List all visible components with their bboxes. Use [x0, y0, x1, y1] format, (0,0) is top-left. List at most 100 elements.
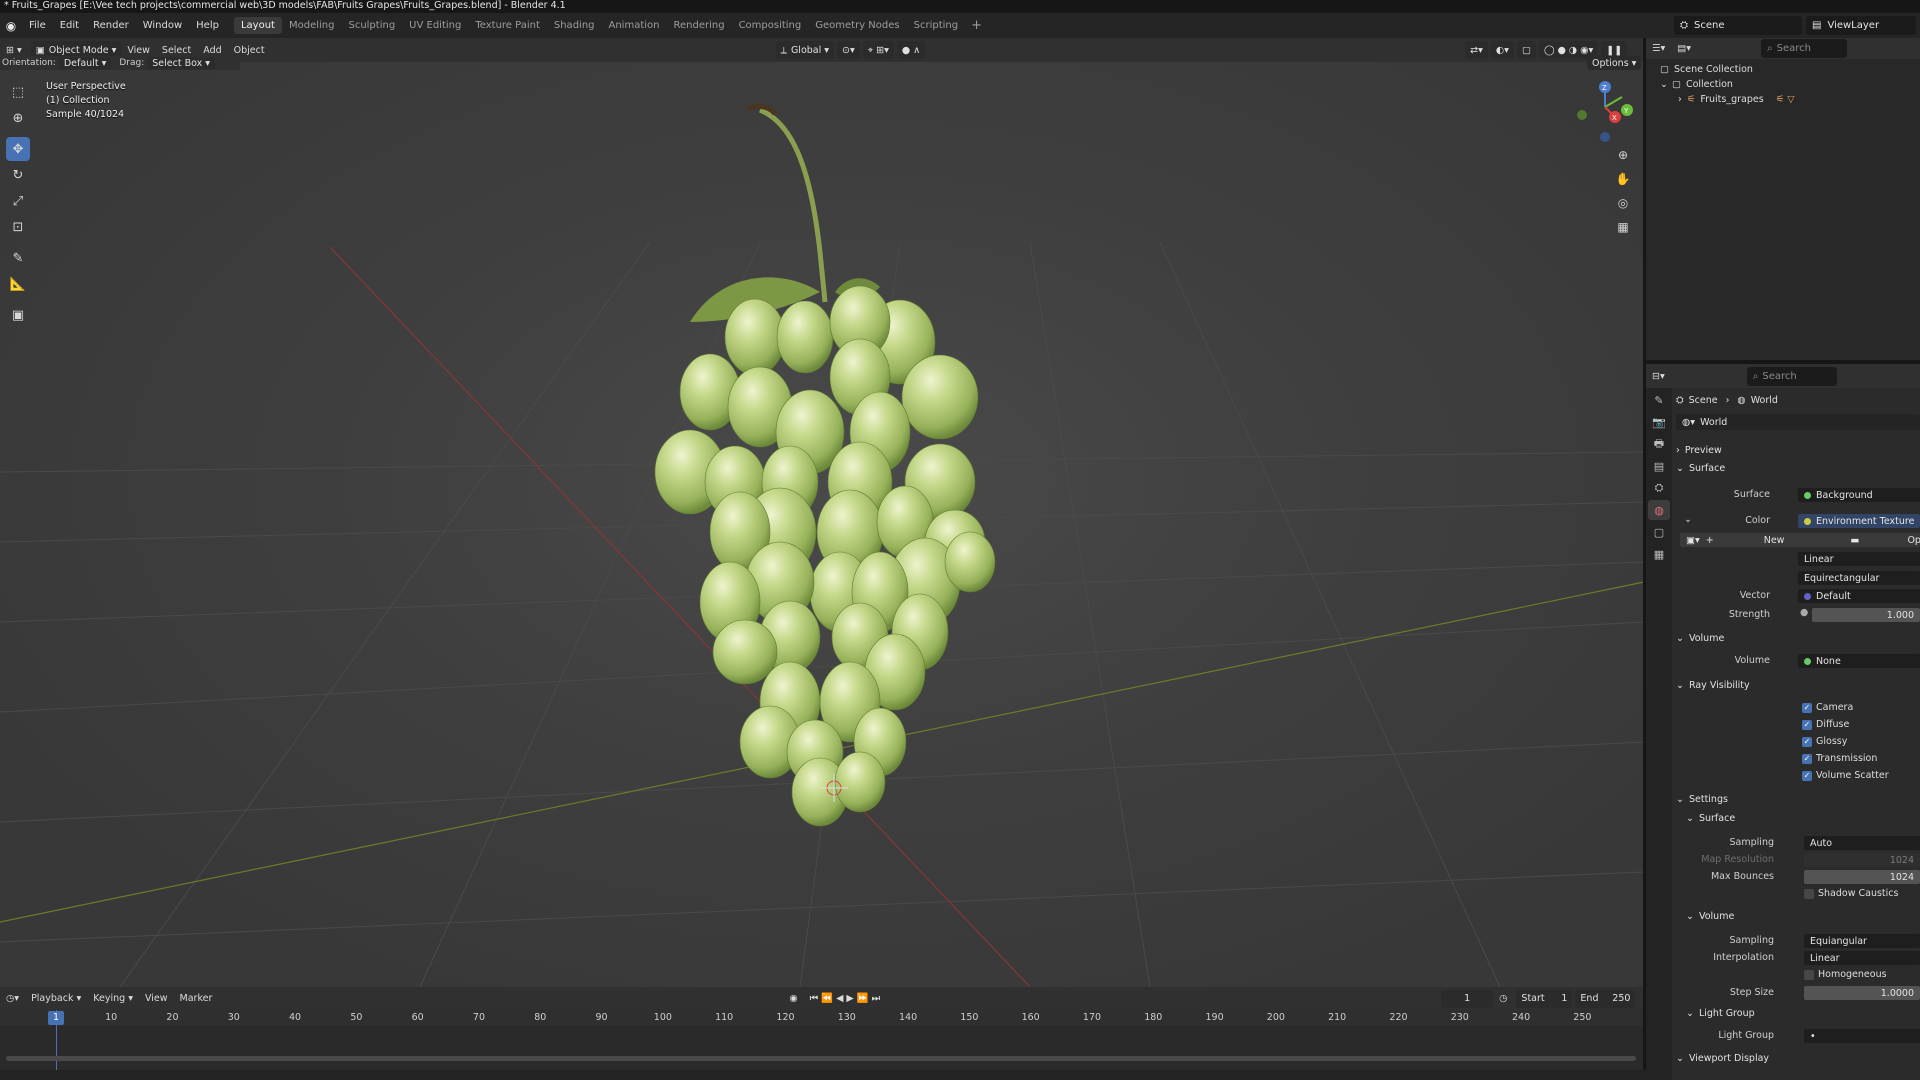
tab-shading[interactable]: Shading — [547, 17, 602, 34]
max-bounces-field[interactable]: 1024 — [1804, 870, 1920, 884]
panel-surface[interactable]: ⌄ Surface — [1676, 460, 1725, 476]
tab-animation[interactable]: Animation — [602, 17, 667, 34]
subpanel-volume[interactable]: ⌄ Volume — [1686, 908, 1734, 924]
rotate-tool-icon[interactable]: ↻ — [6, 163, 30, 187]
tab-compositing[interactable]: Compositing — [732, 17, 809, 34]
view-layer-tab-icon[interactable]: ▤ — [1648, 456, 1670, 476]
overlay-toggle-icon[interactable]: ◐▾ — [1490, 41, 1514, 59]
pivot-icon[interactable]: ⊙▾ — [837, 41, 860, 59]
add-workspace-icon[interactable]: + — [965, 18, 988, 33]
menu-help[interactable]: Help — [189, 20, 226, 31]
expand-icon[interactable]: › — [1678, 94, 1682, 105]
color-input-field[interactable]: Environment Texture — [1798, 514, 1920, 528]
camera-ray-checkbox[interactable]: ✓ Camera — [1802, 702, 1853, 713]
volume-sampling-select[interactable]: Equiangular — [1804, 934, 1920, 948]
properties-editor-icon[interactable]: ⊟▾ — [1646, 371, 1671, 382]
add-cube-tool-icon[interactable]: ▣ — [6, 303, 30, 327]
timeline-scrollbar[interactable] — [6, 1056, 1636, 1061]
menu-timeline-view[interactable]: View — [139, 993, 174, 1004]
menu-marker[interactable]: Marker — [174, 993, 219, 1004]
panel-preview[interactable]: › Preview — [1676, 442, 1722, 458]
camera-view-icon[interactable]: ◎ — [1612, 192, 1634, 214]
transmission-ray-checkbox[interactable]: ✓ Transmission — [1802, 753, 1877, 764]
menu-render[interactable]: Render — [86, 20, 136, 31]
outliner-search[interactable]: ⌕ Search — [1761, 39, 1848, 58]
3d-viewport[interactable]: Z Y X ⬚ ⊕ ✥ ↻ ⤢ ⊡ ✎ 📐 ▣ User Perspective… — [0, 62, 1644, 987]
menu-playback[interactable]: Playback ▾ — [25, 993, 87, 1004]
image-selector-row[interactable]: ▣▾ + New ▬ Ope — [1680, 533, 1920, 547]
outliner-row-scene-collection[interactable]: ▢ Scene Collection — [1646, 62, 1920, 77]
tab-rendering[interactable]: Rendering — [666, 17, 731, 34]
snap-icon[interactable]: ⌖ ⊞▾ — [862, 41, 894, 59]
glossy-ray-checkbox[interactable]: ✓ Glossy — [1802, 736, 1847, 747]
start-frame-field[interactable]: Start 1 — [1516, 989, 1573, 1008]
blender-logo-icon[interactable]: ◉ — [0, 19, 22, 33]
measure-tool-icon[interactable]: 📐 — [6, 272, 30, 296]
expand-icon[interactable]: ⌄ — [1660, 79, 1668, 90]
editor-type-icon[interactable]: ⊞ ▾ — [0, 45, 28, 56]
render-tab-icon[interactable]: 📷 — [1648, 412, 1670, 432]
scene-tab-icon[interactable]: ⛭ — [1648, 478, 1670, 498]
outliner-row-collection[interactable]: ⌄ ▢ Collection — [1646, 77, 1920, 92]
scene-selector[interactable]: ⛭ Scene — [1674, 16, 1802, 35]
volume-shader-field[interactable]: None — [1798, 654, 1920, 668]
tab-texture-paint[interactable]: Texture Paint — [468, 17, 547, 34]
navigation-gizmo[interactable]: Z Y X — [1577, 81, 1633, 142]
end-frame-field[interactable]: End 250 — [1575, 989, 1636, 1008]
outliner-editor-icon[interactable]: ☰▾ — [1646, 43, 1671, 54]
scale-tool-icon[interactable]: ⤢ — [6, 189, 30, 213]
sampling-select[interactable]: Auto — [1804, 836, 1920, 850]
menu-object[interactable]: Object — [228, 45, 271, 56]
properties-search[interactable]: ⌕ Search — [1746, 366, 1837, 386]
tab-layout[interactable]: Layout — [233, 17, 282, 34]
select-box-tool-icon[interactable]: ⬚ — [6, 80, 30, 104]
menu-edit[interactable]: Edit — [53, 20, 86, 31]
volume-scatter-ray-checkbox[interactable]: ✓ Volume Scatter — [1802, 770, 1889, 781]
zoom-icon[interactable]: ⊕ — [1612, 144, 1634, 166]
grape-bunch-model[interactable] — [654, 103, 996, 827]
output-tab-icon[interactable]: 🖶 — [1648, 434, 1670, 454]
cursor-tool-icon[interactable]: ⊕ — [6, 106, 30, 130]
pan-hand-icon[interactable]: ✋ — [1612, 168, 1634, 190]
subpanel-surface[interactable]: ⌄ Surface — [1686, 810, 1735, 826]
texture-tab-icon[interactable]: ▦ — [1648, 544, 1670, 564]
strength-field[interactable]: 1.000 — [1812, 608, 1920, 622]
menu-file[interactable]: File — [22, 20, 53, 31]
panel-settings[interactable]: ⌄ Settings — [1676, 791, 1728, 807]
step-size-field[interactable]: 1.0000 — [1804, 986, 1920, 1000]
tab-geometry-nodes[interactable]: Geometry Nodes — [808, 17, 906, 34]
tab-sculpting[interactable]: Sculpting — [341, 17, 402, 34]
collection-tab-icon[interactable]: ▢ — [1648, 522, 1670, 542]
playback-controls-icon[interactable]: ⏮ ⏪ ◀ ▶ ⏩ ⏭ — [804, 993, 886, 1004]
tool-tab-icon[interactable]: ✎ — [1648, 390, 1670, 410]
transform-orientation-selector[interactable]: ⟂ Global ▾ — [775, 41, 835, 59]
outliner-row-object[interactable]: › ⚟ Fruits_grapes ⚟ ▽ — [1646, 92, 1920, 107]
tab-scripting[interactable]: Scripting — [907, 17, 965, 34]
light-group-field[interactable]: • — [1804, 1029, 1920, 1043]
expand-icon[interactable]: ⌄ — [1684, 514, 1692, 525]
menu-add[interactable]: Add — [197, 45, 227, 56]
timeline[interactable]: 10 20 30 40 50 60 70 80 90 100 110 120 130 140 150 160 1… — [0, 1010, 1644, 1070]
view-layer-selector[interactable]: ▤ ViewLayer — [1806, 16, 1916, 35]
panel-ray-visibility[interactable]: ⌄ Ray Visibility — [1676, 677, 1750, 693]
playhead-frame-label[interactable]: 1 — [48, 1011, 64, 1025]
drag-selector[interactable]: Select Box ▾ — [147, 57, 216, 69]
ortho-grid-icon[interactable]: ▦ — [1612, 216, 1634, 238]
homogeneous-checkbox[interactable]: Homogeneous — [1804, 969, 1887, 980]
xray-toggle-icon[interactable]: ▢ — [1516, 41, 1536, 59]
proportional-edit-icon[interactable]: ● ∧ — [896, 41, 926, 59]
gizmo-toggle-icon[interactable]: ⇄▾ — [1465, 41, 1488, 59]
options-button[interactable]: Options ▾ — [1584, 56, 1642, 70]
vector-input-field[interactable]: Default — [1798, 589, 1920, 603]
tab-uv-editing[interactable]: UV Editing — [402, 17, 468, 34]
shadow-caustics-checkbox[interactable]: Shadow Caustics — [1804, 888, 1898, 899]
volume-interpolation-select[interactable]: Linear — [1804, 951, 1920, 965]
world-datablock-selector[interactable]: ◍▾ World — [1676, 414, 1920, 430]
transform-tool-icon[interactable]: ⊡ — [6, 215, 30, 239]
record-icon[interactable]: ◉ — [783, 993, 803, 1004]
menu-view[interactable]: View — [121, 45, 156, 56]
panel-volume[interactable]: ⌄ Volume — [1676, 630, 1724, 646]
panel-viewport-display[interactable]: ⌄ Viewport Display — [1676, 1050, 1769, 1066]
interpolation-select[interactable]: Linear — [1798, 552, 1920, 566]
menu-select[interactable]: Select — [156, 45, 197, 56]
